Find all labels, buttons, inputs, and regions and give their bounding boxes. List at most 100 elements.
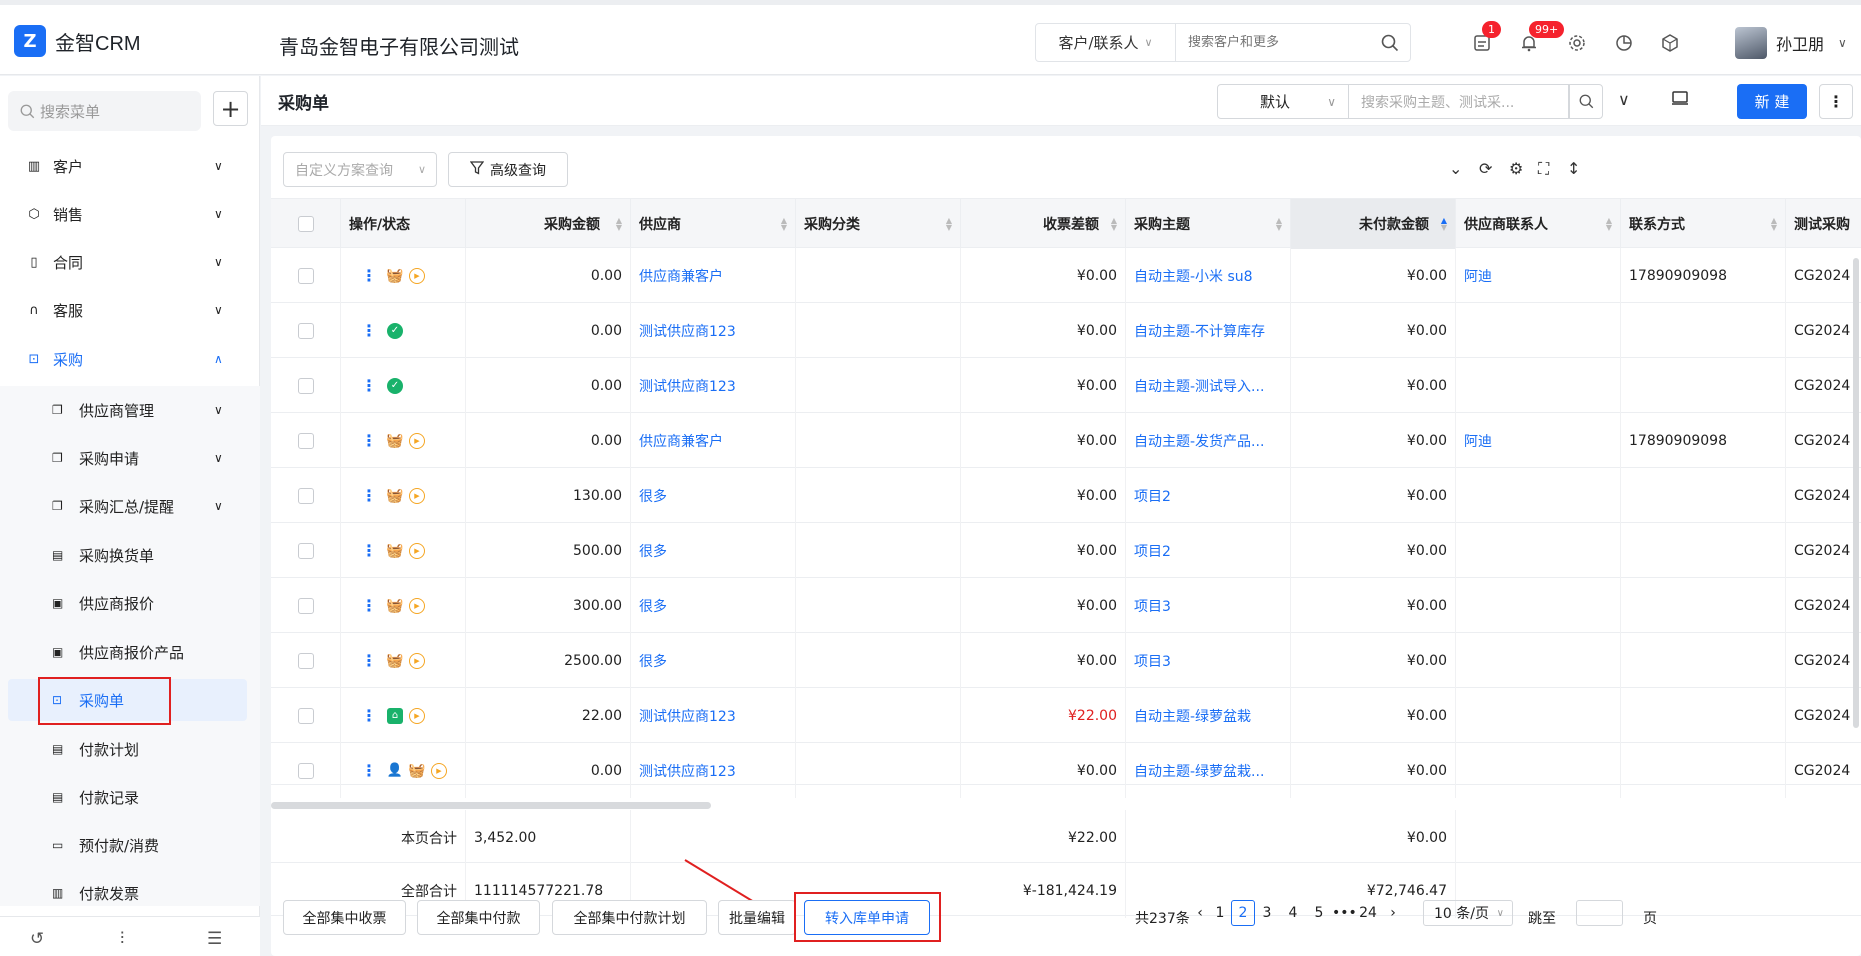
page-number[interactable]: 3 (1255, 900, 1279, 926)
history-icon[interactable]: ↺ (30, 929, 44, 949)
more-actions-icon[interactable]: ⋮ (361, 486, 377, 505)
cell-supplier-link[interactable]: 很多 (631, 578, 796, 633)
cell-contact-link[interactable]: 阿迪 (1456, 248, 1621, 303)
page-ellipsis[interactable]: ••• (1332, 900, 1357, 926)
bulk-payment-button[interactable]: 全部集中付款 (417, 900, 540, 935)
cell-subject-link[interactable]: 项目2 (1126, 468, 1291, 523)
more-actions-icon[interactable]: ⋮ (361, 541, 377, 560)
app-logo[interactable]: Z 金智CRM (14, 25, 141, 57)
pie-chart-icon[interactable] (1612, 31, 1636, 55)
bell-icon[interactable]: 99+ (1517, 21, 1565, 55)
sidebar-item-supplier-quote[interactable]: ▣ 供应商报价 (0, 582, 247, 624)
table-row[interactable]: ⋮ 🧺 ▶ 300.00 很多 ¥0.00 项目3 ¥0.00 CG2024 (271, 578, 1861, 633)
cell-subject-link[interactable]: 项目2 (1126, 523, 1291, 578)
row-checkbox[interactable] (297, 542, 314, 559)
column-header-amount[interactable]: 采购金额 ▲ ▼ (466, 199, 631, 249)
cell-supplier-link[interactable]: 很多 (631, 523, 796, 578)
sidebar-item-contract[interactable]: ▯ 合同 ∨ (0, 242, 260, 282)
chevron-down-icon[interactable]: ∨ (1618, 90, 1630, 109)
cell-subject-link[interactable]: 自动主题-测试导入... (1126, 358, 1291, 413)
column-header-subject[interactable]: 采购主题 ▲ ▼ (1126, 199, 1291, 249)
cell-supplier-link[interactable]: 供应商兼客户 (631, 413, 796, 468)
fullscreen-icon[interactable]: ⛶ (1538, 159, 1549, 179)
page-number[interactable]: 2 (1231, 900, 1255, 926)
row-checkbox[interactable] (297, 652, 314, 669)
column-header-phone[interactable]: 联系方式 ▲ ▼ (1621, 199, 1786, 249)
cell-contact-link[interactable] (1456, 303, 1621, 358)
cell-subject-link[interactable]: 自动主题-不计算库存 (1126, 303, 1291, 358)
table-row[interactable]: ⋮ ⌂ ▶ 22.00 测试供应商123 ¥22.00 自动主题-绿萝盆栽 ¥0.00 CG20… (271, 688, 1861, 743)
more-actions-icon[interactable]: ⋮ (361, 266, 377, 285)
menu-search-input[interactable]: 搜索菜单 (8, 91, 201, 131)
jump-page-input[interactable] (1576, 900, 1623, 926)
batch-edit-button[interactable]: 批量编辑 (718, 900, 796, 935)
sidebar-item-prepayment[interactable]: ▭ 预付款/消费 (0, 824, 247, 866)
more-actions-icon[interactable]: ⋮ (361, 761, 377, 780)
page-number[interactable]: 1 (1208, 900, 1232, 926)
cell-subject-link[interactable]: 自动主题-绿萝盆栽... (1126, 743, 1291, 798)
cell-contact-link[interactable] (1456, 578, 1621, 633)
custom-query-select[interactable]: 自定义方案查询 ∨ (283, 152, 437, 187)
cell-contact-link[interactable] (1456, 523, 1621, 578)
cell-subject-link[interactable]: 项目3 (1126, 578, 1291, 633)
next-page-icon[interactable]: › (1381, 900, 1405, 926)
page-size-select[interactable]: 10 条/页 ∨ (1423, 900, 1513, 926)
layout-toggle-icon[interactable] (1671, 90, 1689, 110)
sidebar-item-customer[interactable]: ▥ 客户 ∨ (0, 146, 260, 186)
view-select[interactable]: 默认 ∨ (1217, 84, 1349, 119)
row-checkbox[interactable] (297, 707, 314, 724)
sidebar-item-purchase-exchange[interactable]: ▤ 采购换货单 (0, 534, 247, 576)
column-header-test-purchase[interactable]: 测试采购 (1786, 199, 1861, 249)
page-number[interactable]: 5 (1307, 900, 1331, 926)
column-header-invoice-diff[interactable]: 收票差额 ▲ ▼ (961, 199, 1126, 249)
select-all-checkbox[interactable] (297, 216, 314, 232)
cell-contact-link[interactable] (1456, 743, 1621, 798)
page-number[interactable]: 4 (1281, 900, 1305, 926)
more-actions-icon[interactable]: ⋮ (361, 596, 377, 615)
table-row[interactable]: ⋮ ✓ 0.00 测试供应商123 ¥0.00 自动主题-测试导入... ¥0.00 CG20… (271, 358, 1861, 413)
vertical-scrollbar[interactable] (1853, 258, 1859, 728)
expand-all-icon[interactable]: ⌄ (1449, 159, 1462, 178)
gear-icon[interactable] (1565, 31, 1589, 55)
sidebar-item-payment-invoice[interactable]: ▥ 付款发票 (0, 872, 247, 914)
new-button[interactable]: 新 建 (1737, 84, 1807, 119)
sidebar-item-purchase-request[interactable]: ❐ 采购申请 ∨ (0, 437, 247, 479)
column-settings-icon[interactable]: ⚙ (1509, 159, 1523, 178)
order-search-input[interactable]: 搜索采购主题、测试采... (1349, 84, 1569, 119)
more-options-icon[interactable]: ⋮ (1819, 84, 1853, 119)
column-header-supplier[interactable]: 供应商 ▲ ▼ (631, 199, 796, 249)
table-row[interactable]: ⋮ 🧺 ▶ 500.00 很多 ¥0.00 项目2 ¥0.00 CG2024 (271, 523, 1861, 578)
cell-contact-link[interactable] (1456, 688, 1621, 743)
row-checkbox[interactable] (297, 267, 314, 284)
table-row[interactable]: ⋮ 🧺 ▶ 130.00 很多 ¥0.00 项目2 ¥0.00 CG2024 (271, 468, 1861, 523)
more-actions-icon[interactable]: ⋮ (361, 321, 377, 340)
cell-supplier-link[interactable]: 供应商兼客户 (631, 248, 796, 303)
sidebar-item-sales[interactable]: ⬡ 销售 ∨ (0, 194, 260, 234)
user-menu[interactable]: 孙卫朋 ∨ (1735, 27, 1847, 59)
cube-icon[interactable] (1658, 31, 1682, 55)
more-actions-icon[interactable]: ⋮ (361, 376, 377, 395)
cell-supplier-link[interactable]: 测试供应商123 (631, 303, 796, 358)
sidebar-item-purchase-summary[interactable]: ❐ 采购汇总/提醒 ∨ (0, 485, 247, 527)
cell-subject-link[interactable]: 项目3 (1126, 633, 1291, 688)
cell-contact-link[interactable]: 阿迪 (1456, 413, 1621, 468)
table-row[interactable]: ⋮ 🧺 ▶ 0.00 供应商兼客户 ¥0.00 自动主题-发货产品... ¥0.00 阿迪 178… (271, 413, 1861, 468)
cell-supplier-link[interactable]: 很多 (631, 468, 796, 523)
column-header-unpaid[interactable]: 未付款金额 ▲ ▼ (1291, 199, 1456, 249)
cell-subject-link[interactable]: 自动主题-发货产品... (1126, 413, 1291, 468)
global-search-input[interactable] (1176, 35, 1370, 50)
settings-sliders-icon[interactable]: ⫶ (120, 929, 124, 949)
sidebar-item-service[interactable]: ∩ 客服 ∨ (0, 290, 260, 330)
more-actions-icon[interactable]: ⋮ (361, 431, 377, 450)
advanced-query-button[interactable]: 高级查询 (448, 152, 568, 187)
refresh-icon[interactable]: ⟳ (1479, 159, 1492, 178)
cell-supplier-link[interactable]: 测试供应商123 (631, 688, 796, 743)
table-row[interactable]: ⋮ 🧺 ▶ 2500.00 很多 ¥0.00 项目3 ¥0.00 CG2024 (271, 633, 1861, 688)
table-row[interactable]: ⋮ ✓ 0.00 测试供应商123 ¥0.00 自动主题-不计算库存 ¥0.00 CG2024 (271, 303, 1861, 358)
sidebar-item-payment-record[interactable]: ▤ 付款记录 (0, 776, 247, 818)
column-header-contact[interactable]: 供应商联系人 ▲ ▼ (1456, 199, 1621, 249)
tasks-icon[interactable]: 1 (1470, 21, 1501, 55)
row-height-icon[interactable]: ↕ (1567, 159, 1580, 178)
row-checkbox[interactable] (297, 597, 314, 614)
row-checkbox[interactable] (297, 432, 314, 449)
